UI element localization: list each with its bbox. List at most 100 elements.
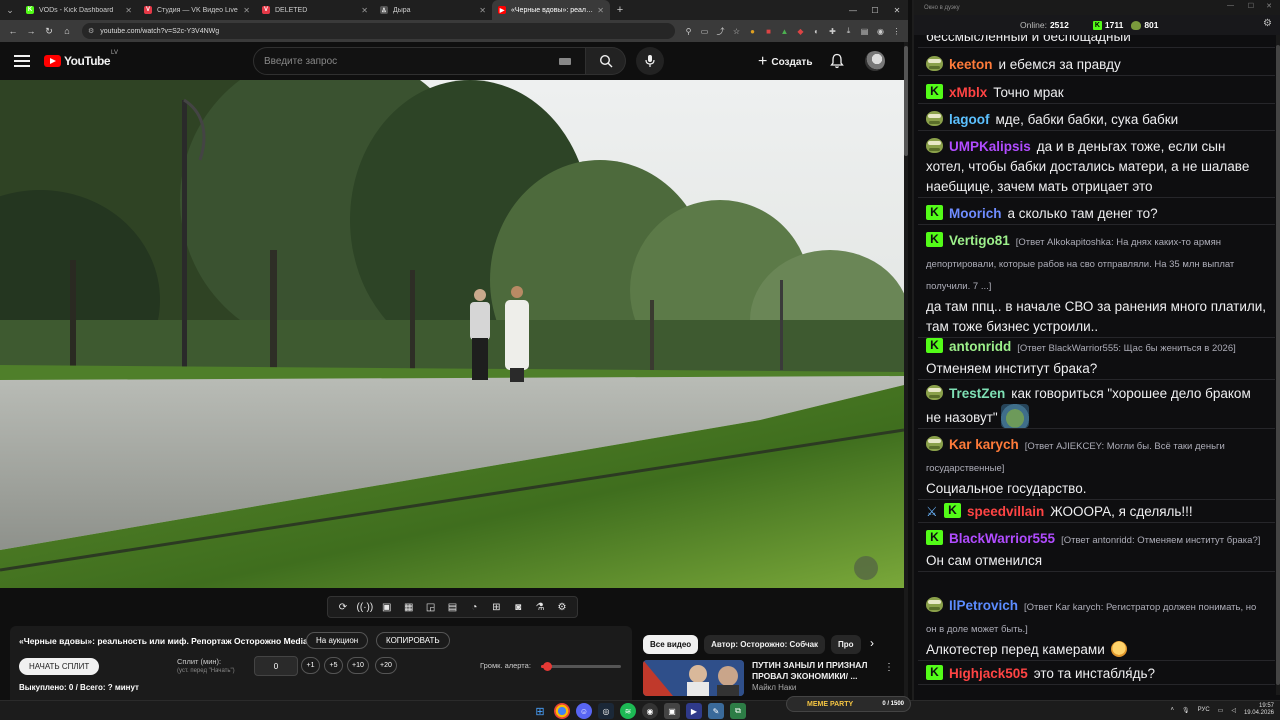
alert-volume-knob[interactable] (543, 662, 553, 671)
page-scrollbar[interactable] (904, 42, 908, 700)
increment-button[interactable]: +20 (375, 657, 397, 674)
to-auction-button[interactable]: На аукцион (306, 632, 369, 649)
site-info-icon[interactable]: ⚙ (88, 27, 94, 35)
bookmark-star-icon[interactable]: ☆ (729, 22, 744, 40)
video-thumbnail[interactable] (643, 660, 744, 696)
browser-tab[interactable]: ▶ «Черные вдовы»: реальность✕ (492, 0, 610, 20)
chat-username[interactable]: TrestZen (949, 386, 1005, 401)
volume-icon[interactable]: ◁ (1231, 707, 1236, 714)
search-input[interactable]: Введите запрос (253, 47, 586, 75)
extension-icon[interactable]: ● (745, 22, 760, 40)
scrollbar-thumb[interactable] (904, 46, 908, 156)
keyboard-icon[interactable] (559, 57, 571, 65)
increment-button[interactable]: +10 (347, 657, 369, 674)
screenshot-icon[interactable]: ◙ (511, 600, 526, 615)
subtitles-icon[interactable]: ▤ (445, 600, 460, 615)
chat-message[interactable]: Moorich а сколько там денег то? (918, 204, 1275, 225)
microphone-icon[interactable]: 🎙 (1182, 707, 1190, 714)
recommended-video-title[interactable]: ПУТИН ЗАНЫЛ И ПРИЗНАЛ ПРОВАЛ ЭКОНОМИКИ/ … (752, 660, 872, 682)
chat-username[interactable]: Moorich (949, 206, 1002, 221)
loop-icon[interactable]: ⟳ (335, 600, 350, 615)
split-minutes-input[interactable]: 0 (254, 656, 298, 676)
chat-username[interactable]: Highjack505 (949, 666, 1028, 681)
home-icon[interactable]: ⌂ (58, 22, 76, 40)
video-player[interactable] (0, 80, 904, 588)
zoom-icon[interactable]: ⚲ (681, 22, 696, 40)
more-options-icon[interactable]: ⋮ (884, 662, 894, 673)
settings-gear-icon[interactable]: ⚙ (555, 600, 570, 615)
spotify-icon[interactable]: ≋ (620, 703, 636, 719)
app-icon[interactable]: ▶ (686, 703, 702, 719)
maximize-icon[interactable]: ☐ (864, 0, 886, 20)
search-button[interactable] (586, 47, 626, 75)
language-indicator[interactable]: РУС (1198, 707, 1210, 713)
chat-username[interactable]: lagoof (949, 112, 990, 127)
create-button[interactable]: + Создать (758, 52, 812, 72)
chip-all-videos[interactable]: Все видео (643, 635, 699, 654)
reload-icon[interactable]: ↻ (40, 22, 58, 40)
clock[interactable]: 19:57 19.04.2026 (1244, 703, 1274, 717)
address-bar[interactable]: ⚙ youtube.com/watch?v=S2c-Y3V4NWg (82, 23, 675, 39)
chat-username[interactable]: Kar karych (949, 437, 1019, 452)
frame-step-icon[interactable]: ⊞ (489, 600, 504, 615)
screen-record-icon[interactable]: ▣ (379, 600, 394, 615)
speed-icon[interactable]: ◔ (467, 600, 482, 615)
discord-icon[interactable]: ☺ (576, 703, 592, 719)
tab-close-icon[interactable]: ✕ (125, 6, 132, 15)
chat-username[interactable]: IlPetrovich (949, 598, 1018, 613)
extension-icon[interactable]: ▲ (777, 22, 792, 40)
chat-message[interactable]: бессмысленный и беспощадный (918, 35, 1275, 48)
minimize-icon[interactable]: — (1227, 2, 1234, 9)
chat-username[interactable]: UMPKalipsis (949, 139, 1031, 154)
menu-dots-icon[interactable]: ⋮ (889, 22, 904, 40)
flask-icon[interactable]: ⚗ (533, 600, 548, 615)
steam-icon[interactable]: ◎ (598, 703, 614, 719)
share-icon[interactable]: ⤴ (713, 22, 728, 40)
increment-button[interactable]: +1 (301, 657, 320, 674)
app-icon[interactable]: ✎ (708, 703, 724, 719)
chat-message[interactable]: xMblx Точно мрак (918, 83, 1275, 104)
close-icon[interactable]: ✕ (886, 0, 908, 20)
chat-message[interactable]: IlPetrovich [Ответ Kar karych: Регистрато… (918, 596, 1275, 661)
forward-icon[interactable]: → (22, 22, 40, 40)
audio-wave-icon[interactable]: ((·)) (357, 600, 374, 615)
chat-username[interactable]: antonridd (949, 339, 1011, 354)
chat-scrollbar[interactable] (1276, 35, 1280, 695)
voice-search-button[interactable] (636, 47, 664, 75)
film-icon[interactable]: ▦ (401, 600, 416, 615)
chat-message[interactable]: UMPKalipsis да и в деньгах тоже, если сын… (918, 137, 1275, 198)
tab-close-icon[interactable]: ✕ (243, 6, 250, 15)
start-split-button[interactable]: НАЧАТЬ СПЛИТ (19, 658, 100, 675)
extension-icon[interactable]: ◐ (809, 22, 824, 40)
network-icon[interactable]: ▭ (1218, 707, 1224, 714)
chat-message[interactable]: keeton и ебемся за правду (918, 55, 1275, 76)
minimize-icon[interactable]: — (842, 0, 864, 20)
chip-about[interactable]: Про (831, 635, 861, 654)
chat-message[interactable]: Kar karych [Ответ AJIEKCEY: Могли бы. Всё… (918, 435, 1275, 500)
increment-button[interactable]: +5 (324, 657, 343, 674)
chat-message[interactable]: antonridd [Ответ BlackWarrior555: Щас бы … (918, 337, 1275, 380)
maximize-icon[interactable]: ☐ (1248, 2, 1254, 10)
avatar[interactable] (865, 51, 885, 71)
obs-icon[interactable]: ◉ (642, 703, 658, 719)
alert-volume-slider[interactable] (541, 662, 621, 671)
new-tab-button[interactable]: + (610, 0, 630, 20)
chat-username[interactable]: keeton (949, 57, 993, 72)
app-icon[interactable]: ▣ (664, 703, 680, 719)
chrome-icon[interactable] (554, 703, 570, 719)
extension-icon[interactable]: ■ (761, 22, 776, 40)
chat-message[interactable]: lagoof мде, бабки бабки, сука бабки (918, 110, 1275, 131)
scrollbar-thumb[interactable] (1276, 45, 1280, 685)
chat-message[interactable]: ⚔ speedvillain ЖОООРА, я сделяль!!! (918, 502, 1275, 523)
browser-tab[interactable]: ♙ Дырa ✕ (374, 0, 492, 20)
puzzle-icon[interactable]: ✚ (825, 22, 840, 40)
cast-icon[interactable]: ▭ (697, 22, 712, 40)
hamburger-menu-icon[interactable] (14, 55, 30, 67)
sidebar-icon[interactable]: ▤ (857, 22, 872, 40)
browser-tab[interactable]: K VODs - Kick Dashboard ✕ (20, 0, 138, 20)
back-icon[interactable]: ← (4, 22, 22, 40)
picture-in-picture-icon[interactable]: ◲ (423, 600, 438, 615)
browser-tab[interactable]: V DELETED ✕ (256, 0, 374, 20)
tab-search-icon[interactable]: ⌄ (0, 0, 20, 20)
profile-icon[interactable]: ◉ (873, 22, 888, 40)
